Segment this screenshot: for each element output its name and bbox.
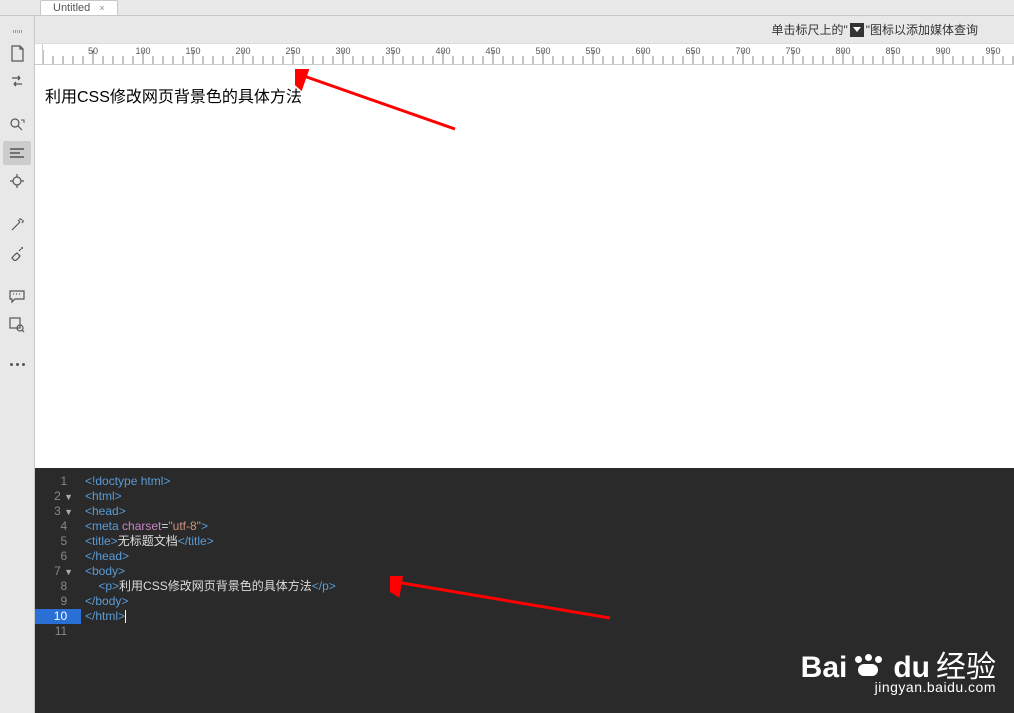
code-panel[interactable]: 1 2 ▼3 ▼4 5 6 7 ▼8 9 10 11 <!doctype htm… bbox=[35, 468, 1014, 713]
svg-text:950: 950 bbox=[985, 46, 1000, 56]
wand-icon[interactable] bbox=[3, 213, 31, 237]
comment-icon[interactable] bbox=[3, 285, 31, 309]
svg-text:650: 650 bbox=[685, 46, 700, 56]
line-number[interactable]: 10 bbox=[35, 609, 81, 624]
close-icon[interactable]: × bbox=[99, 3, 104, 13]
line-number[interactable]: 5 bbox=[35, 534, 73, 549]
code-line[interactable]: <html> bbox=[85, 489, 1014, 504]
brush-icon[interactable] bbox=[3, 241, 31, 265]
ruler[interactable]: 50 100 150 200 250 300 350 400 450 500 550 600 650 70… bbox=[35, 44, 1014, 65]
line-number[interactable]: 2 ▼ bbox=[35, 489, 73, 504]
svg-text:800: 800 bbox=[835, 46, 850, 56]
code-editor[interactable]: <!doctype html><html><head><meta charset… bbox=[81, 468, 1014, 713]
inspect-icon[interactable] bbox=[3, 313, 31, 337]
svg-text:150: 150 bbox=[185, 46, 200, 56]
hint-text-pre: 单击标尺上的" bbox=[771, 21, 847, 38]
svg-text:200: 200 bbox=[235, 46, 250, 56]
svg-text:100: 100 bbox=[135, 46, 150, 56]
svg-text:700: 700 bbox=[735, 46, 750, 56]
svg-text:900: 900 bbox=[935, 46, 950, 56]
code-line[interactable]: <p>利用CSS修改网页背景色的具体方法</p> bbox=[85, 579, 1014, 594]
svg-text:50: 50 bbox=[88, 46, 98, 56]
document-tab[interactable]: Untitled × bbox=[40, 0, 118, 15]
transfer-icon[interactable] bbox=[3, 69, 31, 93]
line-number[interactable]: 3 ▼ bbox=[35, 504, 73, 519]
media-query-marker-icon bbox=[850, 23, 864, 37]
svg-text:250: 250 bbox=[285, 46, 300, 56]
code-line[interactable]: </html> bbox=[85, 609, 1014, 624]
svg-text:600: 600 bbox=[635, 46, 650, 56]
svg-text:500: 500 bbox=[535, 46, 550, 56]
ruler-corner bbox=[35, 44, 43, 64]
line-number[interactable]: 7 ▼ bbox=[35, 564, 73, 579]
code-line[interactable]: <head> bbox=[85, 504, 1014, 519]
target-icon[interactable] bbox=[3, 169, 31, 193]
line-number[interactable]: 11 bbox=[35, 624, 73, 639]
code-line[interactable]: <meta charset="utf-8"> bbox=[85, 519, 1014, 534]
more-icon[interactable] bbox=[10, 363, 25, 366]
preview-paragraph: 利用CSS修改网页背景色的具体方法 bbox=[45, 83, 1004, 107]
svg-text:300: 300 bbox=[335, 46, 350, 56]
main-row: 单击标尺上的" "图标以添加媒体查询 50 100 150 200 250 300 350 4… bbox=[0, 16, 1014, 713]
line-number[interactable]: 1 bbox=[35, 474, 73, 489]
svg-text:750: 750 bbox=[785, 46, 800, 56]
code-line[interactable]: </body> bbox=[85, 594, 1014, 609]
svg-text:550: 550 bbox=[585, 46, 600, 56]
svg-text:450: 450 bbox=[485, 46, 500, 56]
line-gutter: 1 2 ▼3 ▼4 5 6 7 ▼8 9 10 11 bbox=[35, 468, 81, 713]
code-line[interactable]: <title>无标题文档</title> bbox=[85, 534, 1014, 549]
file-icon[interactable] bbox=[3, 41, 31, 65]
line-number[interactable]: 9 bbox=[35, 594, 73, 609]
align-icon[interactable] bbox=[3, 141, 31, 165]
svg-text:400: 400 bbox=[435, 46, 450, 56]
line-number[interactable]: 4 bbox=[35, 519, 73, 534]
sidebar bbox=[0, 16, 35, 713]
code-line[interactable]: </head> bbox=[85, 549, 1014, 564]
svg-text:350: 350 bbox=[385, 46, 400, 56]
code-line[interactable] bbox=[85, 624, 1014, 639]
tab-bar: Untitled × bbox=[0, 0, 1014, 16]
code-line[interactable]: <!doctype html> bbox=[85, 474, 1014, 489]
line-number[interactable]: 6 bbox=[35, 549, 73, 564]
search-code-icon[interactable] bbox=[3, 113, 31, 137]
preview-canvas[interactable]: 利用CSS修改网页背景色的具体方法 bbox=[35, 65, 1014, 468]
tab-title: Untitled bbox=[53, 2, 90, 14]
sidebar-grip[interactable] bbox=[6, 30, 28, 33]
hint-text-post: "图标以添加媒体查询 bbox=[866, 21, 978, 38]
ruler-hint-bar: 单击标尺上的" "图标以添加媒体查询 bbox=[35, 16, 1014, 44]
code-line[interactable]: <body> bbox=[85, 564, 1014, 579]
svg-text:850: 850 bbox=[885, 46, 900, 56]
workarea: 单击标尺上的" "图标以添加媒体查询 50 100 150 200 250 300 350 4… bbox=[35, 16, 1014, 713]
line-number[interactable]: 8 bbox=[35, 579, 73, 594]
